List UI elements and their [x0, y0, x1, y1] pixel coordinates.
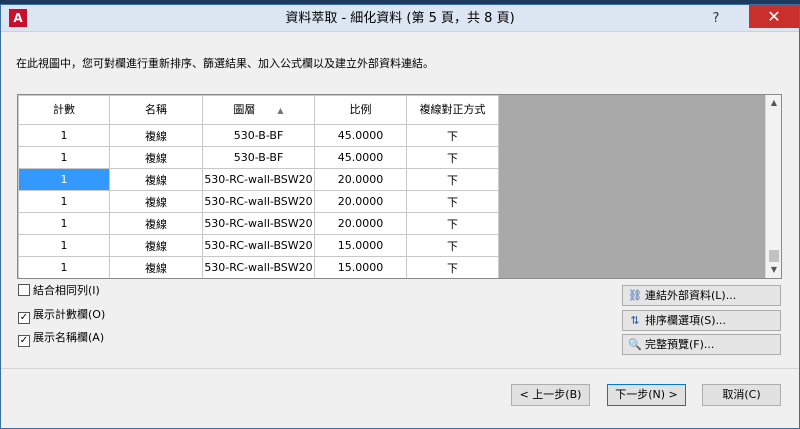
- cell-scale[interactable]: 45.0000: [314, 124, 407, 147]
- show-count-checkbox[interactable]: ✓ 展示計數欄(O): [18, 307, 106, 324]
- column-header-scale[interactable]: 比例: [314, 95, 407, 125]
- link-external-data-button[interactable]: ⛓ 連結外部資料(L)...: [622, 285, 781, 306]
- help-button[interactable]: ?: [706, 9, 726, 29]
- cell-layer[interactable]: 530-RC-wall-BSW20: [202, 190, 315, 213]
- column-header-layer[interactable]: 圖層 ▲: [202, 95, 315, 125]
- cell-count-selected[interactable]: 1: [18, 168, 110, 191]
- cell-count[interactable]: 1: [18, 256, 110, 278]
- title-bar: A 資料萃取 - 細化資料 (第 5 頁，共 8 頁) ? ✕: [1, 5, 799, 32]
- cell-justification[interactable]: 下: [406, 124, 499, 147]
- sort-ascending-icon: ▲: [277, 105, 284, 115]
- link-icon: ⛓: [628, 289, 642, 302]
- cell-layer[interactable]: 530-RC-wall-BSW20: [202, 256, 315, 278]
- checkbox-unchecked-icon[interactable]: [18, 284, 30, 296]
- combine-rows-label: 結合相同列(I): [33, 284, 100, 297]
- show-name-label: 展示名稱欄(A): [33, 331, 105, 344]
- column-header-count[interactable]: 計數: [18, 95, 110, 125]
- close-button[interactable]: ✕: [749, 5, 799, 28]
- cell-count[interactable]: 1: [18, 124, 110, 147]
- table-row[interactable]: 1 複線 530-RC-wall-BSW20 20.0000 下: [18, 190, 499, 213]
- sort-columns-button[interactable]: ⇅ 排序欄選項(S)...: [622, 310, 781, 331]
- cell-name[interactable]: 複線: [109, 234, 203, 257]
- cell-layer[interactable]: 530-RC-wall-BSW20: [202, 168, 315, 191]
- cell-layer[interactable]: 530-B-BF: [202, 124, 315, 147]
- cell-scale[interactable]: 20.0000: [314, 168, 407, 191]
- cell-name[interactable]: 複線: [109, 146, 203, 169]
- cell-layer[interactable]: 530-B-BF: [202, 146, 315, 169]
- scroll-thumb[interactable]: [769, 250, 779, 262]
- cell-justification[interactable]: 下: [406, 256, 499, 278]
- cell-name[interactable]: 複線: [109, 124, 203, 147]
- scroll-down-icon[interactable]: ▼: [766, 262, 781, 278]
- cell-justification[interactable]: 下: [406, 190, 499, 213]
- back-button[interactable]: < 上一步(B): [511, 384, 590, 406]
- cell-count[interactable]: 1: [18, 212, 110, 235]
- sort-az-icon: ⇅: [630, 314, 640, 327]
- cell-justification[interactable]: 下: [406, 212, 499, 235]
- footer-divider: [1, 368, 799, 369]
- window-title: 資料萃取 - 細化資料 (第 5 頁，共 8 頁): [285, 11, 515, 26]
- checkbox-checked-icon[interactable]: ✓: [18, 312, 30, 324]
- table-row[interactable]: 1 複線 530-RC-wall-BSW20 20.0000 下: [18, 212, 499, 235]
- full-preview-button[interactable]: 🔍 完整預覽(F)...: [622, 334, 781, 355]
- page-description: 在此視圖中，您可對欄進行重新排序、篩選結果、加入公式欄以及建立外部資料連結。: [16, 57, 434, 70]
- combine-rows-checkbox[interactable]: 結合相同列(I): [18, 283, 100, 299]
- show-count-label: 展示計數欄(O): [33, 308, 106, 321]
- cell-name[interactable]: 複線: [109, 212, 203, 235]
- column-header-name[interactable]: 名稱: [109, 95, 203, 125]
- next-button[interactable]: 下一步(N) >: [607, 384, 686, 406]
- cell-count[interactable]: 1: [18, 190, 110, 213]
- cancel-button[interactable]: 取消(C): [702, 384, 781, 406]
- show-name-checkbox[interactable]: ✓ 展示名稱欄(A): [18, 330, 105, 347]
- data-grid[interactable]: 計數 名稱 圖層 ▲ 比例 複線對正方式 1 複線 530-B-BF 45.000…: [17, 94, 782, 279]
- cell-name[interactable]: 複線: [109, 190, 203, 213]
- cell-layer[interactable]: 530-RC-wall-BSW20: [202, 212, 315, 235]
- preview-magnifier-icon: 🔍: [628, 338, 642, 351]
- table-row[interactable]: 1 複線 530-RC-wall-BSW20 15.0000 下: [18, 256, 499, 278]
- cell-count[interactable]: 1: [18, 146, 110, 169]
- cell-justification[interactable]: 下: [406, 234, 499, 257]
- cell-name[interactable]: 複線: [109, 168, 203, 191]
- table-row[interactable]: 1 複線 530-B-BF 45.0000 下: [18, 124, 499, 147]
- cell-scale[interactable]: 15.0000: [314, 256, 407, 278]
- vertical-scrollbar[interactable]: ▲ ▼: [765, 95, 781, 278]
- cell-scale[interactable]: 15.0000: [314, 234, 407, 257]
- table-row[interactable]: 1 複線 530-B-BF 45.0000 下: [18, 146, 499, 169]
- table-row-selected[interactable]: 1 複線 530-RC-wall-BSW20 20.0000 下: [18, 168, 499, 191]
- cell-scale[interactable]: 45.0000: [314, 146, 407, 169]
- cell-name[interactable]: 複線: [109, 256, 203, 278]
- cell-justification[interactable]: 下: [406, 168, 499, 191]
- cell-layer[interactable]: 530-RC-wall-BSW20: [202, 234, 315, 257]
- data-extraction-dialog: A 資料萃取 - 細化資料 (第 5 頁，共 8 頁) ? ✕ 在此視圖中，您可…: [0, 4, 800, 429]
- table-row[interactable]: 1 複線 530-RC-wall-BSW20 15.0000 下: [18, 234, 499, 257]
- column-header-justification[interactable]: 複線對正方式: [406, 95, 499, 125]
- cell-justification[interactable]: 下: [406, 146, 499, 169]
- cell-count[interactable]: 1: [18, 234, 110, 257]
- cell-scale[interactable]: 20.0000: [314, 190, 407, 213]
- scroll-up-icon[interactable]: ▲: [766, 95, 781, 111]
- checkbox-checked-icon[interactable]: ✓: [18, 335, 30, 347]
- cell-scale[interactable]: 20.0000: [314, 212, 407, 235]
- data-table: 計數 名稱 圖層 ▲ 比例 複線對正方式 1 複線 530-B-BF 45.000…: [18, 95, 499, 278]
